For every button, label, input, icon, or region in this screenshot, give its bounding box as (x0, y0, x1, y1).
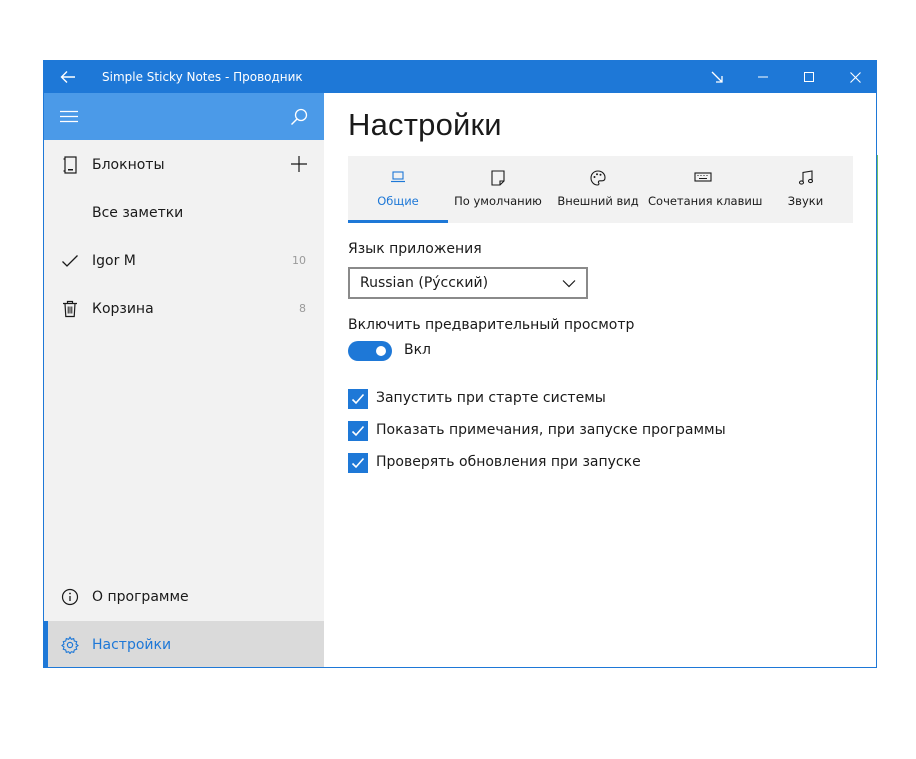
sidebar-item-settings[interactable]: Настройки (44, 621, 324, 667)
language-select-value: Russian (Ру́сский) (360, 275, 489, 291)
add-notebook-button[interactable] (288, 153, 310, 175)
back-arrow-icon (60, 71, 75, 83)
tab-general[interactable]: Общие (348, 156, 448, 223)
sidebar-item-igor-m[interactable]: Igor M 10 (44, 237, 324, 285)
language-select[interactable]: Russian (Ру́сский) (348, 267, 588, 299)
minimize-icon (758, 76, 768, 78)
sidebar-item-all-notes[interactable]: Все заметки (44, 189, 324, 237)
gear-icon (59, 634, 81, 656)
preview-toggle[interactable] (348, 341, 392, 361)
app-window: Simple Sticky Notes - Проводник Блокноты… (43, 60, 877, 668)
tab-label: По умолчанию (454, 194, 542, 208)
preview-toggle-state: Вкл (404, 342, 432, 358)
minimize-button[interactable] (740, 61, 786, 93)
notebook-count: 10 (292, 254, 306, 267)
checkbox-check-icon (351, 457, 365, 469)
sidebar-item-label: Корзина (92, 301, 154, 317)
sidebar-item-trash[interactable]: Корзина 8 (44, 285, 324, 333)
check-updates-checkbox[interactable] (348, 453, 368, 473)
language-label: Язык приложения (348, 241, 482, 257)
selection-indicator (44, 621, 48, 667)
music-icon (758, 170, 853, 190)
tab-label: Звуки (787, 194, 824, 208)
notebook-icon (59, 154, 81, 176)
chevron-down-icon (562, 280, 576, 288)
window-title: Simple Sticky Notes - Проводник (102, 70, 303, 84)
trash-count: 8 (299, 302, 306, 315)
trash-icon (59, 298, 81, 320)
tab-shortcuts[interactable]: Сочетания клавиш (648, 156, 763, 223)
info-icon (59, 586, 81, 608)
sidebar: Блокноты Все заметки Igor M 10 Корзина 8… (44, 93, 324, 667)
diagonal-arrow-icon (711, 71, 723, 83)
checkbox-check-icon (351, 393, 365, 405)
sidebar-item-notebooks[interactable]: Блокноты (44, 141, 324, 189)
tab-defaults[interactable]: По умолчанию (448, 156, 548, 223)
startup-checkbox-label: Запустить при старте системы (376, 390, 606, 406)
maximize-button[interactable] (786, 61, 832, 93)
show-notes-checkbox[interactable] (348, 421, 368, 441)
tab-sounds[interactable]: Звуки (758, 156, 853, 223)
sidebar-header (44, 93, 324, 140)
sidebar-item-label: Igor M (92, 253, 136, 269)
title-bar: Simple Sticky Notes - Проводник (44, 61, 876, 93)
palette-icon (548, 170, 648, 190)
keyboard-icon (648, 170, 758, 190)
page-title: Настройки (348, 107, 502, 142)
search-icon[interactable] (288, 106, 310, 128)
sidebar-item-label: О программе (92, 589, 189, 605)
toggle-knob (376, 346, 386, 356)
restore-compact-button[interactable] (694, 61, 740, 93)
tab-label: Сочетания клавиш (648, 194, 763, 208)
hamburger-menu-icon[interactable] (58, 108, 80, 125)
sidebar-item-label: Настройки (92, 637, 172, 653)
startup-checkbox[interactable] (348, 389, 368, 409)
note-icon (448, 170, 548, 190)
maximize-icon (804, 72, 814, 82)
checkbox-check-icon (351, 425, 365, 437)
settings-tabs: Общие По умолчанию Внешний вид Сочетания… (348, 156, 853, 223)
tab-label: Внешний вид (557, 194, 639, 208)
tab-appearance[interactable]: Внешний вид (548, 156, 648, 223)
show-notes-checkbox-label: Показать примечания, при запуске програм… (376, 422, 726, 438)
laptop-icon (348, 170, 448, 190)
active-tab-underline (348, 220, 448, 223)
sidebar-item-about[interactable]: О программе (44, 573, 324, 621)
settings-content: Настройки Общие По умолчанию Внешний вид… (324, 93, 876, 667)
checkmark-icon (59, 250, 81, 272)
preview-label: Включить предварительный просмотр (348, 317, 635, 333)
close-button[interactable] (832, 61, 876, 93)
sidebar-item-label: Все заметки (92, 205, 184, 221)
check-updates-checkbox-label: Проверять обновления при запуске (376, 454, 641, 470)
sidebar-item-label: Блокноты (92, 157, 165, 173)
back-button[interactable] (44, 61, 92, 93)
tab-label: Общие (377, 194, 419, 208)
close-icon (849, 71, 861, 83)
